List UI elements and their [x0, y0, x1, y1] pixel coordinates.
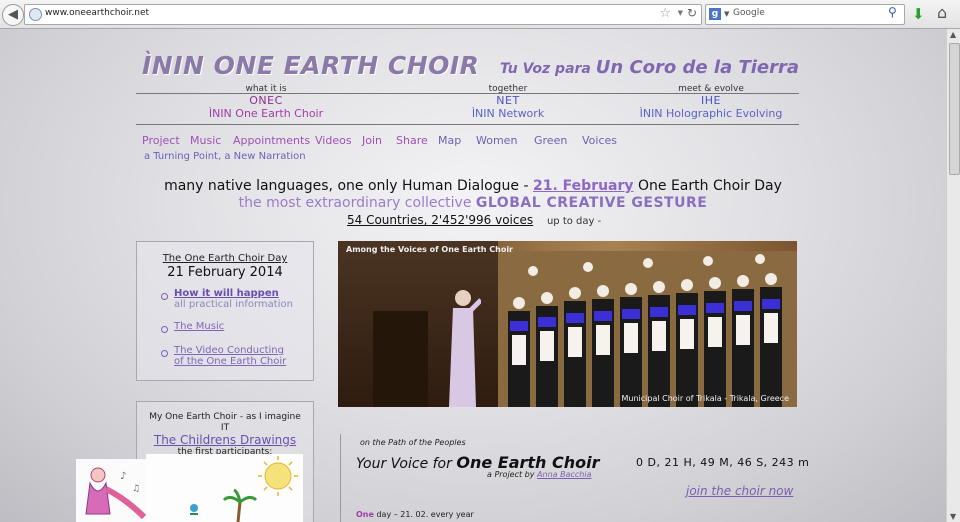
imagine-line-2: IT — [220, 423, 230, 433]
header-col-net[interactable]: together NET ÌNIN Network — [408, 84, 608, 120]
intro-line-2-bold: GLOBAL CREATIVE GESTURE — [475, 195, 708, 211]
path-of-peoples-label: on the Path of the Peoples — [360, 438, 466, 447]
lower-divider — [340, 434, 341, 522]
menu-subtitle-link[interactable]: a Turning Point, a New Narration — [144, 151, 306, 162]
download-icon[interactable]: ⬇ — [912, 5, 925, 23]
bullet-icon — [161, 350, 168, 357]
intro-line-1-post: One Earth Choir Day — [638, 178, 782, 194]
search-bar[interactable]: g ▼ Google ⚲ — [705, 4, 905, 25]
day-box-title[interactable]: The One Earth Choir Day — [137, 253, 313, 264]
photo-caption-top: Among the Voices of One Earth Choir — [346, 245, 513, 254]
imagine-box-text: My One Earth Choir - as I imagine IT — [137, 412, 313, 434]
day-box-date: 21 February 2014 — [167, 265, 283, 280]
menu-item-videos[interactable]: Videos — [315, 134, 352, 147]
globe-icon — [29, 8, 42, 21]
browser-toolbar: ◀ www.oneearthchoir.net ☆ ▼ ↻ g ▼ Google… — [0, 0, 960, 29]
day-date-link[interactable]: 21. February — [533, 178, 634, 194]
choir-photo[interactable]: Among the Voices of One Earth Choir Muni… — [338, 241, 797, 407]
your-voice-pre: Your Voice for — [356, 456, 452, 472]
link-video-conducting[interactable]: The Video Conducting of the One Earth Ch… — [174, 345, 286, 367]
choir-singers — [498, 251, 797, 407]
scroll-down-icon[interactable]: ▼ — [950, 512, 956, 521]
photo-caption-bottom: Municipal Choir of Trikala - Trikala, Gr… — [621, 394, 789, 403]
imagine-line-1: My One Earth Choir - as I imagine — [149, 412, 301, 422]
menu-item-appointments[interactable]: Appointments — [233, 134, 310, 147]
back-button[interactable]: ◀ — [2, 4, 24, 26]
counter-suffix: up to day - — [546, 216, 602, 227]
col-code: ONEC — [249, 94, 283, 107]
one-day-bold: One — [356, 510, 374, 519]
author-link[interactable]: Anna Bacchia — [537, 470, 591, 479]
search-placeholder: Google — [733, 8, 765, 18]
col-name[interactable]: ÌNIN Holographic Evolving — [611, 107, 811, 120]
tagline-main: Un Coro de la Tierra — [595, 57, 800, 78]
col-code: IHE — [701, 94, 721, 107]
scroll-up-icon[interactable]: ▲ — [950, 30, 956, 39]
svg-text:♫: ♫ — [132, 484, 140, 494]
search-icon[interactable]: ⚲ — [888, 5, 902, 22]
site-title[interactable]: ÌNIN ONE EARTH CHOIR — [142, 51, 479, 80]
tagline: Tu Voz para Un Coro de la Tierra — [500, 57, 799, 78]
bullet-icon — [161, 326, 168, 333]
project-credit-pre: a Project by — [487, 470, 535, 479]
col-name[interactable]: ÌNIN One Earth Choir — [166, 107, 366, 120]
link-label[interactable]: How it will happen — [174, 288, 279, 299]
link-label-line-2[interactable]: of the One Earth Choir — [174, 356, 286, 367]
countdown-timer: 0 D, 21 H, 49 M, 46 S, 243 m — [636, 456, 810, 469]
link-label[interactable]: The Music — [174, 321, 224, 332]
intro-line-1: many native languages, one only Human Di… — [0, 178, 946, 194]
web-page: ÌNIN ONE EARTH CHOIR Tu Voz para Un Coro… — [0, 29, 946, 522]
col-code: NET — [496, 94, 520, 107]
link-label[interactable]: The Video Conducting — [174, 345, 284, 356]
url-text: www.oneearthchoir.net — [45, 8, 150, 18]
header-divider-bottom — [136, 124, 799, 125]
scroll-thumb[interactable] — [949, 43, 960, 175]
choir-day-box: The One Earth Choir Day 21 February 2014… — [136, 241, 314, 381]
col-name[interactable]: ÌNIN Network — [408, 107, 608, 120]
tagline-prefix: Tu Voz para — [500, 61, 591, 77]
one-day-rest: day – 21. 02. every year — [376, 510, 474, 519]
voice-counter: 54 Countries, 2'452'996 voices up to day… — [347, 213, 601, 227]
engine-dropdown-icon[interactable]: ▼ — [724, 10, 729, 18]
col-small-label: meet & evolve — [678, 84, 744, 94]
menu-item-project[interactable]: Project — [142, 134, 180, 147]
intro-line-2: the most extraordinary collective GLOBAL… — [0, 195, 946, 211]
menu-item-music[interactable]: Music — [190, 134, 221, 147]
menu-item-green[interactable]: Green — [534, 134, 567, 147]
countries-voices-count[interactable]: 54 Countries, 2'452'996 voices — [347, 213, 533, 227]
vertical-scrollbar[interactable]: ▲ ▼ — [946, 29, 960, 522]
photo-door — [373, 311, 428, 407]
menu-item-map[interactable]: Map — [438, 134, 461, 147]
reload-icon[interactable]: ↻ — [687, 6, 697, 20]
home-icon[interactable]: ⌂ — [937, 3, 947, 22]
menu-item-women[interactable]: Women — [476, 134, 517, 147]
join-choir-link[interactable]: join the choir now — [686, 484, 793, 498]
intro-line-1-pre: many native languages, one only Human Di… — [164, 178, 529, 194]
menu-item-share[interactable]: Share — [396, 134, 428, 147]
link-sub: all practical information — [174, 299, 293, 310]
link-the-music[interactable]: The Music — [174, 321, 224, 332]
childrens-drawings-link[interactable]: The Childrens Drawings — [137, 433, 313, 447]
col-small-label: together — [488, 84, 528, 94]
address-bar[interactable]: www.oneearthchoir.net ☆ ▼ ↻ — [24, 4, 702, 25]
menu-item-voices[interactable]: Voices — [582, 134, 617, 147]
intro-line-2-pre: the most extraordinary collective — [238, 195, 472, 211]
bullet-icon — [161, 293, 168, 300]
google-engine-icon[interactable]: g — [709, 8, 721, 20]
history-dropdown-icon[interactable]: ▼ — [678, 9, 683, 17]
menu-item-join[interactable]: Join — [362, 134, 382, 147]
child-drawing-1[interactable]: ♪ ♫ — [76, 459, 147, 522]
conductor-figure — [449, 290, 481, 407]
bookmark-star-icon[interactable]: ☆ — [659, 6, 671, 21]
child-drawing-2[interactable] — [146, 454, 303, 522]
svg-text:♪: ♪ — [120, 471, 126, 482]
one-day-text: One day – 21. 02. every year — [356, 510, 474, 519]
col-small-label: what it is — [245, 84, 287, 94]
link-how-it-will-happen[interactable]: How it will happen all practical informa… — [174, 288, 293, 310]
header-col-onec[interactable]: what it is ONEC ÌNIN One Earth Choir — [166, 84, 366, 120]
project-credit: a Project by Anna Bacchia — [487, 470, 592, 479]
header-col-ihe[interactable]: meet & evolve IHE ÌNIN Holographic Evolv… — [611, 84, 811, 120]
